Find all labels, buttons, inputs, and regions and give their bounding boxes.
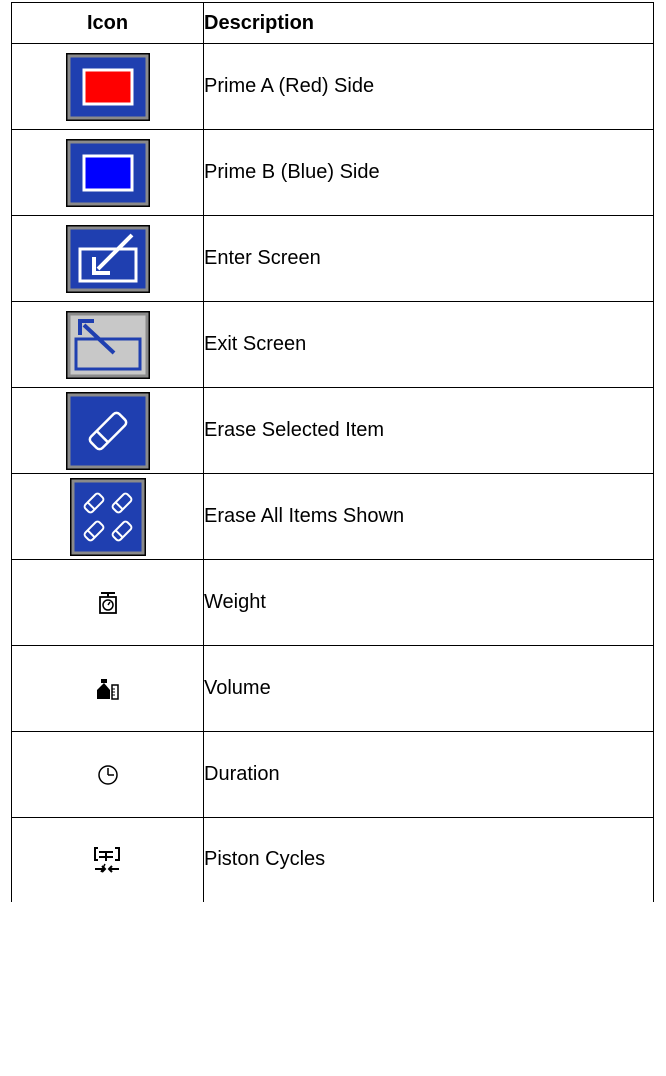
- enter-screen-icon: [65, 224, 150, 293]
- row-description: Erase Selected Item: [203, 387, 654, 474]
- row-description: Enter Screen: [203, 215, 654, 302]
- row-description: Prime A (Red) Side: [203, 43, 654, 130]
- table-row: Exit Screen: [11, 301, 654, 388]
- table-row: Piston Cycles: [11, 817, 654, 902]
- row-description: Volume: [203, 645, 654, 732]
- table-row: Prime A (Red) Side: [11, 43, 654, 130]
- row-description: Duration: [203, 731, 654, 818]
- erase-all-icon: [69, 477, 146, 556]
- piston-cycles-icon: [93, 846, 120, 873]
- exit-screen-icon: [65, 310, 150, 379]
- weight-icon: [98, 591, 117, 614]
- table-row: Erase Selected Item: [11, 387, 654, 474]
- row-description: Prime B (Blue) Side: [203, 129, 654, 216]
- prime-b-blue-icon: [65, 138, 150, 207]
- row-description: Exit Screen: [203, 301, 654, 388]
- row-description: Weight: [203, 559, 654, 646]
- row-description: Erase All Items Shown: [203, 473, 654, 560]
- description-column-header: Description: [203, 2, 654, 44]
- duration-icon: [97, 764, 118, 785]
- table-row: Volume: [11, 645, 654, 732]
- table-row: Duration: [11, 731, 654, 818]
- table-row: Erase All Items Shown: [11, 473, 654, 560]
- prime-a-red-icon: [65, 52, 150, 121]
- table-row: Weight: [11, 559, 654, 646]
- icon-legend-table: Icon Description Prime A (Red) Side Prim…: [11, 2, 654, 902]
- erase-selected-icon: [65, 391, 150, 470]
- volume-icon: [96, 678, 119, 700]
- header-row: Icon Description: [11, 2, 654, 44]
- table-row: Enter Screen: [11, 215, 654, 302]
- row-description: Piston Cycles: [203, 817, 654, 902]
- table-row: Prime B (Blue) Side: [11, 129, 654, 216]
- icon-column-header: Icon: [11, 2, 204, 44]
